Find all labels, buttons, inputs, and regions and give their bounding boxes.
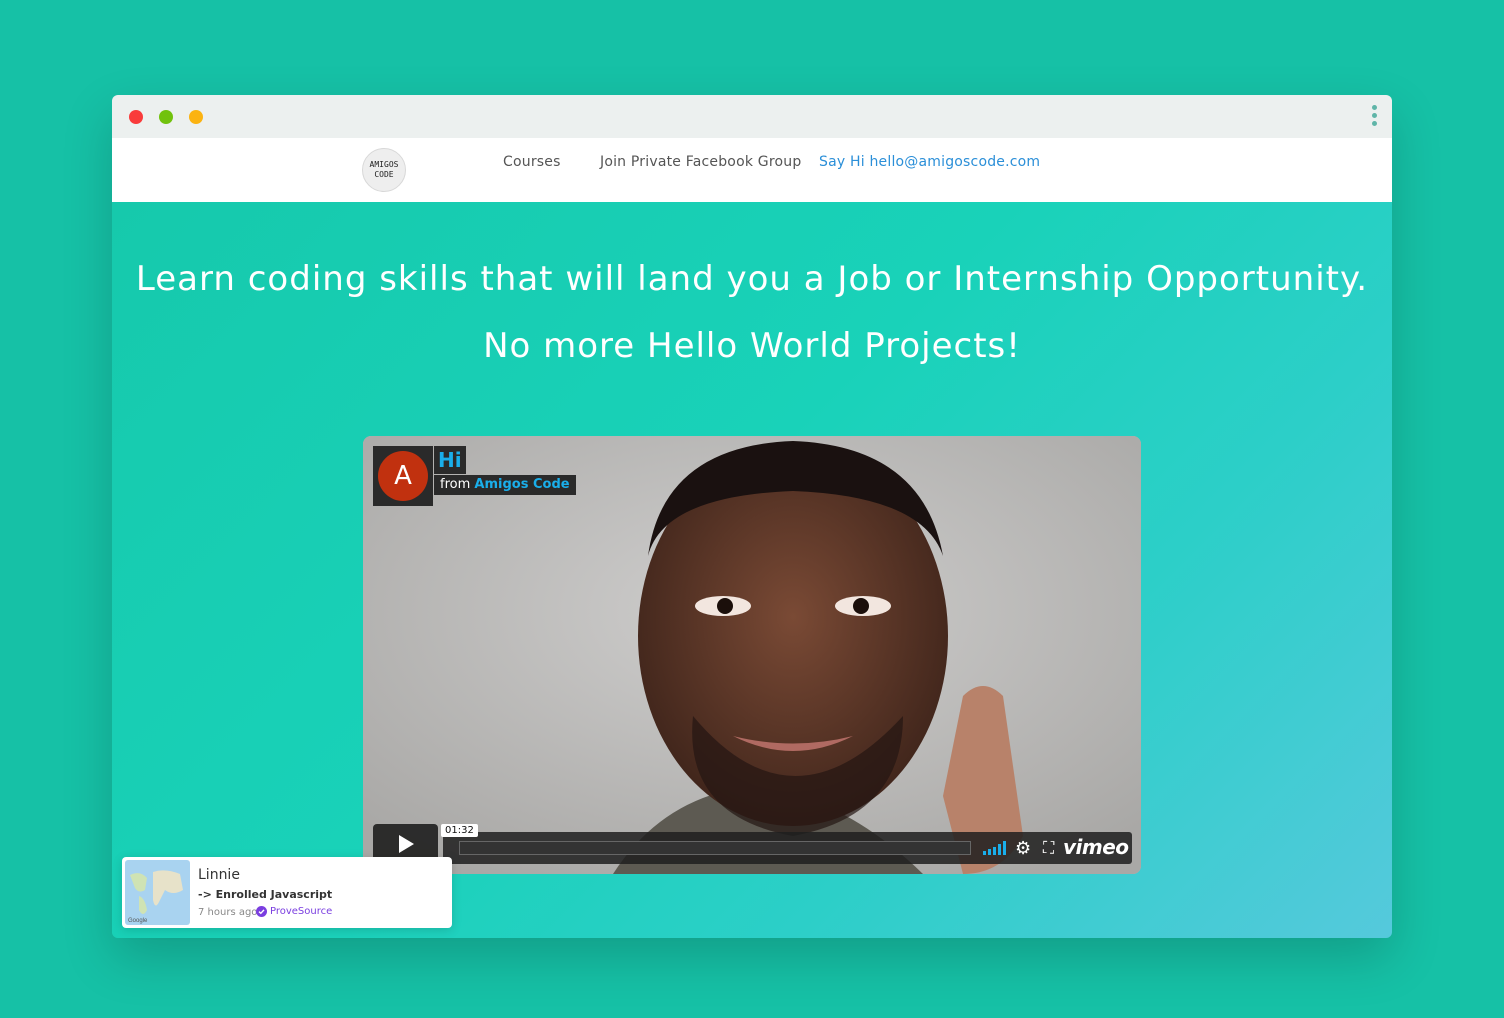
avatar-letter: A: [378, 451, 428, 501]
video-title[interactable]: Hi: [434, 446, 466, 474]
hero-subheadline: No more Hello World Projects!: [483, 326, 1021, 366]
fullscreen-icon[interactable]: ⛶: [1043, 838, 1054, 858]
hero-section: Learn coding skills that will land you a…: [112, 202, 1392, 938]
video-byline: from Amigos Code: [434, 475, 576, 495]
nav-courses-link[interactable]: Courses: [503, 154, 561, 170]
settings-icon[interactable]: ⚙: [1015, 838, 1031, 859]
vimeo-logo[interactable]: vimeo: [1063, 835, 1129, 859]
notification-time: 7 hours ago: [198, 907, 258, 918]
notification-name: Linnie: [198, 867, 240, 883]
provesource-verification[interactable]: ProveSource: [256, 906, 332, 917]
more-options-icon[interactable]: [1370, 105, 1378, 129]
volume-icon[interactable]: [983, 841, 1007, 855]
close-window-button[interactable]: [129, 110, 143, 124]
provesource-label: ProveSource: [270, 906, 333, 917]
verified-check-icon: [256, 906, 267, 917]
video-controls-bar: ⚙ ⛶ vimeo: [443, 832, 1132, 864]
nav-facebook-group-link[interactable]: Join Private Facebook Group: [600, 154, 801, 170]
video-timecode: 01:32: [441, 824, 478, 837]
svg-text:Google: Google: [128, 918, 148, 924]
byline-channel-link[interactable]: Amigos Code: [474, 477, 569, 492]
notification-action: -> Enrolled Javascript: [198, 888, 333, 901]
minimize-window-button[interactable]: [159, 110, 173, 124]
video-player[interactable]: A Hi from Amigos Code ⚙ ⛶ vimeo 01:32: [363, 436, 1141, 874]
window-titlebar: [112, 95, 1392, 138]
byline-from-label: from: [440, 477, 471, 492]
site-navbar: AMIGOS CODE Courses Join Private Faceboo…: [112, 138, 1392, 202]
logo-line-1: AMIGOS: [369, 160, 399, 169]
logo-line-2: CODE: [374, 170, 394, 179]
video-progress-bar[interactable]: [459, 841, 971, 855]
channel-avatar[interactable]: A: [373, 446, 433, 506]
social-proof-notification[interactable]: Google Linnie -> Enrolled Javascript 7 h…: [122, 857, 452, 928]
video-frame-image: [363, 436, 1141, 874]
amigoscode-logo[interactable]: AMIGOS CODE: [362, 148, 406, 192]
hero-headline: Learn coding skills that will land you a…: [135, 259, 1369, 299]
browser-window: AMIGOS CODE Courses Join Private Faceboo…: [112, 95, 1392, 938]
map-thumbnail: Google: [125, 860, 190, 925]
maximize-window-button[interactable]: [189, 110, 203, 124]
play-icon: [398, 835, 414, 853]
nav-contact-email-link[interactable]: Say Hi hello@amigoscode.com: [819, 154, 1040, 170]
